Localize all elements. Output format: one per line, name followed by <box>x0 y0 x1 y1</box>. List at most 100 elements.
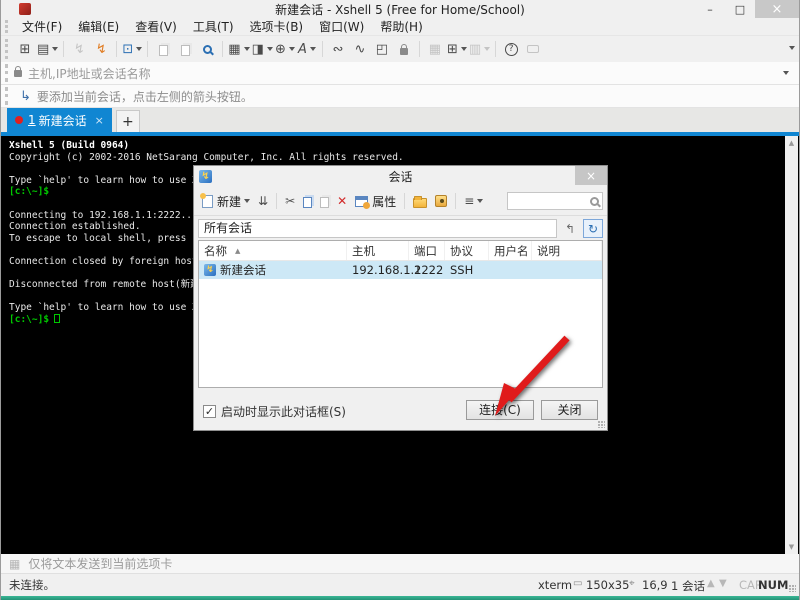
col-desc[interactable]: 说明 <box>532 241 602 260</box>
new-session-button[interactable]: 新建 <box>199 190 253 213</box>
session-path-row: 所有会话 ↰ ↻ <box>198 219 603 238</box>
session-search-input[interactable] <box>507 192 603 210</box>
session-path[interactable]: 所有会话 <box>198 219 557 238</box>
view-mode-icon[interactable]: ≡ <box>461 190 486 213</box>
user-key-manager-icon[interactable] <box>432 190 450 213</box>
paste-icon[interactable] <box>175 38 195 60</box>
tab-bar: 1 新建会话 × + <box>1 108 799 132</box>
terminal-size-icon: ▭ <box>573 578 582 589</box>
minimize-button[interactable]: – <box>695 0 725 18</box>
new-tab-button[interactable]: + <box>116 110 140 132</box>
maximize-button[interactable]: □ <box>725 0 755 18</box>
menu-tools[interactable]: 工具(T) <box>185 18 242 36</box>
session-list-header: 名称▲ 主机 端口 协议 用户名 说明 <box>199 241 602 261</box>
compose-icon[interactable]: ◨ <box>252 38 273 60</box>
fullscreen-icon[interactable]: ◰ <box>372 38 392 60</box>
num-lock-indicator: NUM <box>758 578 788 592</box>
menu-edit[interactable]: 编辑(E) <box>70 18 127 36</box>
search-icon <box>590 197 599 206</box>
reconnect-icon[interactable]: ↯ <box>91 38 111 60</box>
col-name[interactable]: 名称▲ <box>199 241 347 260</box>
terminal-scrollbar[interactable]: ▲ ▼ <box>785 136 798 554</box>
dialog-footer: ✓ 启动时显示此对话框(S) 连接(C) 关闭 <box>194 390 607 430</box>
help-icon[interactable]: ? <box>501 38 521 60</box>
new-session-icon[interactable]: ⊞ <box>15 38 35 60</box>
menu-file[interactable]: 文件(F) <box>14 18 70 36</box>
dialog-close-button[interactable]: × <box>575 166 607 185</box>
find-icon[interactable] <box>197 38 217 60</box>
col-user[interactable]: 用户名 <box>489 241 532 260</box>
col-port[interactable]: 端口 <box>409 241 445 260</box>
dialog-title: 会话 <box>194 168 607 185</box>
title-bar: 新建会话 - Xshell 5 (Free for Home/School) –… <box>1 0 799 18</box>
properties-button[interactable]: 属性 <box>352 190 399 213</box>
zmodem-icon[interactable]: ∿ <box>350 38 370 60</box>
print-icon[interactable]: ▦ <box>228 38 249 60</box>
import-sessions-icon[interactable]: ⇊ <box>255 190 271 213</box>
session-list: 名称▲ 主机 端口 协议 用户名 说明 ↯新建会话 192.168.1.1 22… <box>198 240 603 388</box>
properties-icon[interactable]: ⊡ <box>122 38 142 60</box>
col-host[interactable]: 主机 <box>347 241 409 260</box>
message-icon[interactable] <box>523 38 543 60</box>
cut-icon[interactable]: ✂ <box>282 190 298 213</box>
show-at-startup-checkbox[interactable]: ✓ 启动时显示此对话框(S) <box>203 403 346 420</box>
toolbar-grip <box>5 64 10 82</box>
open-sessions-icon[interactable]: ▤ <box>37 38 58 60</box>
close-button[interactable]: × <box>755 0 799 18</box>
send-placeholder: 仅将文本发送到当前选项卡 <box>28 555 172 572</box>
new-folder-icon[interactable] <box>410 190 430 213</box>
web-icon[interactable]: ⊕ <box>275 38 295 60</box>
font-icon[interactable]: A <box>297 38 317 60</box>
tab-label: 新建会话 <box>39 112 87 129</box>
toolbar-grip <box>5 87 10 105</box>
new-tab-icon[interactable]: ⊞ <box>447 38 467 60</box>
status-bar: 未连接。 xterm ▭ 150x35 ⌖ 16,9 1 会话 ▲ ▼ CAP … <box>1 574 799 596</box>
resize-grip[interactable] <box>598 421 605 428</box>
desktop-edge-strip <box>1 596 799 600</box>
disconnect-icon[interactable]: ↯ <box>69 38 89 60</box>
window-resize-grip[interactable] <box>789 585 796 592</box>
dialog-title-bar: ↯ 会话 × <box>194 166 607 187</box>
xftp-transfer-icon[interactable]: ∾ <box>328 38 348 60</box>
up-level-icon[interactable]: ↰ <box>560 219 580 238</box>
dialog-close-button-bottom[interactable]: 关闭 <box>541 400 598 420</box>
menu-tab[interactable]: 选项卡(B) <box>242 18 312 36</box>
menu-help[interactable]: 帮助(H) <box>372 18 430 36</box>
terminal-line: Copyright (c) 2002-2016 NetSarang Comput… <box>9 152 404 164</box>
session-row[interactable]: ↯新建会话 192.168.1.1 2222 SSH <box>199 261 602 279</box>
info-text: 要添加当前会话，点击左侧的箭头按钮。 <box>37 88 253 105</box>
window-title: 新建会话 - Xshell 5 (Free for Home/School) <box>1 1 799 18</box>
terminal-type: xterm <box>538 578 572 592</box>
scroll-down-icon[interactable]: ▼ <box>789 540 794 554</box>
address-dropdown-icon[interactable] <box>783 71 789 75</box>
checkbox-label: 启动时显示此对话框(S) <box>221 403 346 420</box>
address-bar[interactable]: 主机,IP地址或会话名称 <box>1 62 799 85</box>
keyboard-icon[interactable]: ▦ <box>425 38 445 60</box>
send-text-bar[interactable]: ▦ 仅将文本发送到当前选项卡 <box>1 554 799 574</box>
paste-icon[interactable] <box>317 190 332 213</box>
add-session-arrow-icon[interactable]: ↳ <box>20 89 31 104</box>
prev-session-icon[interactable]: ▲ <box>707 578 715 589</box>
menu-bar: 文件(F) 编辑(E) 查看(V) 工具(T) 选项卡(B) 窗口(W) 帮助(… <box>1 18 799 36</box>
next-session-icon[interactable]: ▼ <box>719 578 727 589</box>
scroll-up-icon[interactable]: ▲ <box>789 136 794 150</box>
refresh-icon[interactable]: ↻ <box>583 219 603 238</box>
tab-new-session[interactable]: 1 新建会话 × <box>7 108 112 132</box>
sort-asc-icon: ▲ <box>235 247 240 255</box>
toolbar-overflow-icon[interactable] <box>789 46 795 50</box>
copy-icon[interactable] <box>300 190 315 213</box>
col-protocol[interactable]: 协议 <box>445 241 489 260</box>
delete-icon[interactable]: ✕ <box>334 190 350 213</box>
menu-view[interactable]: 查看(V) <box>127 18 185 36</box>
lock-screen-icon[interactable] <box>394 38 414 60</box>
tab-close-icon[interactable]: × <box>95 114 104 127</box>
tile-windows-icon[interactable]: ▥ <box>469 38 490 60</box>
connect-button[interactable]: 连接(C) <box>466 400 534 420</box>
terminal-size: 150x35 <box>586 578 629 592</box>
menu-window[interactable]: 窗口(W) <box>311 18 372 36</box>
cursor-position: 16,9 <box>642 578 668 592</box>
copy-icon[interactable] <box>153 38 173 60</box>
session-icon: ↯ <box>204 264 216 276</box>
terminal-line: Xshell 5 (Build 0964) <box>9 140 404 152</box>
terminal-cursor <box>54 314 60 323</box>
